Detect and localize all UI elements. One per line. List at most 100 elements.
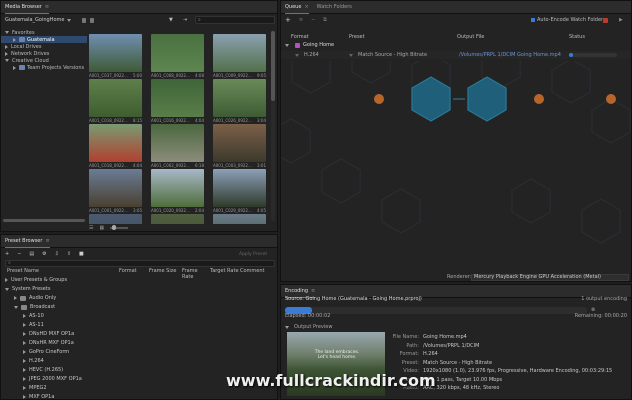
preset-list-item[interactable]: DNxHD MXF OP1a <box>1 330 277 338</box>
close-icon[interactable]: × <box>304 4 308 10</box>
add-preset-icon[interactable]: + <box>5 251 9 257</box>
chevron-down-icon[interactable] <box>5 31 9 34</box>
media-thumbnail[interactable]: A001_C033_0922... <box>213 214 266 224</box>
preset-list-item[interactable]: User Presets & Groups <box>1 276 277 284</box>
media-thumbnail[interactable]: A001_C026_0922... 3:04 <box>213 79 266 126</box>
settings-icon[interactable]: ⚙ <box>42 251 46 257</box>
remove-preset-icon[interactable]: − <box>17 251 21 257</box>
chevron-right-icon[interactable] <box>5 278 8 282</box>
chevron-right-icon[interactable] <box>13 37 16 42</box>
menu-icon[interactable]: ≡ <box>311 288 315 294</box>
export-icon[interactable]: ⇧ <box>67 251 71 257</box>
preset-search[interactable]: ⌕ <box>5 260 275 267</box>
chevron-right-icon[interactable] <box>23 377 26 381</box>
chevron-right-icon[interactable] <box>23 386 26 390</box>
camera-icon[interactable]: ■ <box>79 251 84 257</box>
output-file-link[interactable]: /Volumes/PRPL 1/DCIM Going Home.mp4 <box>459 52 561 58</box>
media-thumbnail[interactable]: A001_C020_0922... 2:04 <box>151 169 204 216</box>
output-preview-header[interactable]: Output Preview <box>281 324 631 330</box>
chevron-right-icon[interactable] <box>23 314 26 318</box>
preset-list-item[interactable]: Audio Only <box>1 294 277 302</box>
chevron-down-icon[interactable] <box>5 287 9 291</box>
chevron-right-icon[interactable] <box>23 332 26 336</box>
preset-column-header[interactable]: Preset Name <box>7 268 119 275</box>
tab-media-browser[interactable]: Media Browser ≡ <box>5 1 50 14</box>
auto-encode-checkbox[interactable]: Auto-Encode Watch Folders <box>531 17 606 23</box>
media-thumbnail[interactable]: A001_C001_0922... 3:05 <box>89 169 142 216</box>
tab-watch-folders[interactable]: Watch Folders <box>317 1 352 14</box>
stop-button[interactable] <box>603 17 608 23</box>
preset-column-header[interactable]: Format <box>119 268 149 275</box>
tree-item[interactable]: Favorites <box>1 29 87 36</box>
chevron-right-icon[interactable] <box>23 323 26 327</box>
media-thumbnail[interactable]: A001_C009_0922... 9:05 <box>213 34 266 81</box>
ingest-icon[interactable]: ⇥ <box>183 17 187 23</box>
tree-item[interactable]: Network Drives <box>1 50 87 57</box>
search-field[interactable]: ⌕ <box>195 16 275 24</box>
tree-item[interactable]: Team Projects Versions <box>1 64 87 71</box>
remove-icon[interactable]: − <box>311 17 315 23</box>
media-thumbnail[interactable]: A001_C003_0922... 3:01 <box>213 124 266 171</box>
chevron-right-icon[interactable] <box>23 359 26 363</box>
tab-preset-browser[interactable]: Preset Browser ≡ <box>5 235 50 248</box>
preset-column-header[interactable]: Frame Rate <box>182 268 210 280</box>
vertical-scrollbar[interactable] <box>271 31 275 221</box>
chevron-right-icon[interactable] <box>5 51 8 56</box>
renderer-dropdown[interactable]: Mercury Playback Engine GPU Acceleration… <box>471 273 629 281</box>
start-queue-button[interactable]: ▶ <box>619 17 623 23</box>
preset-list-item[interactable]: AS-11 <box>1 321 277 329</box>
location-dropdown[interactable]: Guatemala_GoingHome <box>5 17 74 23</box>
preset-dropdown[interactable]: Match Source - High Bitrate <box>349 52 427 58</box>
duplicate-icon[interactable]: ⧉ <box>323 17 327 23</box>
queue-item-row[interactable]: H.264 Match Source - High Bitrate /Volum… <box>281 51 631 59</box>
nav-back-icon[interactable] <box>82 17 87 23</box>
media-thumbnail[interactable]: A001_C031_0922... <box>89 214 142 224</box>
media-thumbnail[interactable]: A001_C008_0922... 4:08 <box>151 34 204 81</box>
queue-group-row[interactable]: Going Home <box>281 42 631 48</box>
chevron-right-icon[interactable] <box>14 296 17 300</box>
chevron-right-icon[interactable] <box>13 65 16 70</box>
tab-queue[interactable]: Queue × <box>285 1 309 14</box>
preset-column-header[interactable]: Comment <box>240 268 265 275</box>
preset-list-item[interactable]: DNxHR MXF OP1a <box>1 339 277 347</box>
media-thumbnail[interactable]: A001_C016_0922... 4:04 <box>151 79 204 126</box>
chevron-right-icon[interactable] <box>5 44 8 49</box>
thumbnail-view-icon[interactable]: ▦ <box>99 225 104 231</box>
add-source-icon[interactable]: + <box>285 16 291 24</box>
nav-forward-icon[interactable] <box>90 17 95 23</box>
import-icon[interactable]: ⇩ <box>55 251 59 257</box>
group-icon[interactable]: ▤ <box>29 251 34 257</box>
filter-icon[interactable]: ▼ <box>169 17 173 23</box>
menu-icon[interactable]: ≡ <box>45 238 49 244</box>
preset-list-item[interactable]: GoPro CineForm <box>1 348 277 356</box>
chevron-right-icon[interactable] <box>23 395 26 399</box>
preset-column-header[interactable]: Frame Size <box>149 268 182 275</box>
chevron-down-icon[interactable] <box>5 59 9 62</box>
media-thumbnail[interactable]: A001_C018_0922... 4:04 <box>89 124 142 171</box>
media-thumbnail[interactable]: A001_C032_0922... <box>151 214 204 224</box>
format-dropdown[interactable]: H.264 <box>295 52 319 58</box>
preset-list-item[interactable]: AS-10 <box>1 312 277 320</box>
chevron-right-icon[interactable] <box>23 368 26 372</box>
horizontal-scrollbar[interactable] <box>3 219 85 222</box>
preset-column-header[interactable]: Target Rate <box>210 268 240 275</box>
chevron-down-icon[interactable] <box>14 305 18 309</box>
chevron-right-icon[interactable] <box>23 341 26 345</box>
zoom-slider[interactable] <box>110 225 129 230</box>
tree-item[interactable]: Creative Cloud <box>1 57 87 64</box>
media-thumbnail[interactable]: A001_C018_0922... 8:15 <box>89 79 142 126</box>
preset-list-item[interactable]: System Presets <box>1 285 277 293</box>
list-view-icon[interactable]: ☰ <box>89 225 93 231</box>
chevron-right-icon[interactable] <box>23 350 26 354</box>
media-thumbnail[interactable]: A001_C029_0922... 4:05 <box>213 169 266 216</box>
apply-preset-button[interactable]: Apply Preset <box>239 252 267 257</box>
preset-list-item[interactable]: H.264 <box>1 357 277 365</box>
media-thumbnail[interactable]: A001_C037_0922... 5:00 <box>89 34 142 81</box>
preset-list-item[interactable]: MXF OP1a <box>1 393 277 399</box>
add-output-icon[interactable]: ≡ <box>299 17 303 23</box>
preset-list-item[interactable]: Broadcast <box>1 303 277 311</box>
media-thumbnail[interactable]: A001_C002_0922... 6:18 <box>151 124 204 171</box>
menu-icon[interactable]: ≡ <box>45 4 49 10</box>
tree-item[interactable]: Guatemala <box>1 36 87 43</box>
tree-item[interactable]: Local Drives <box>1 43 87 50</box>
